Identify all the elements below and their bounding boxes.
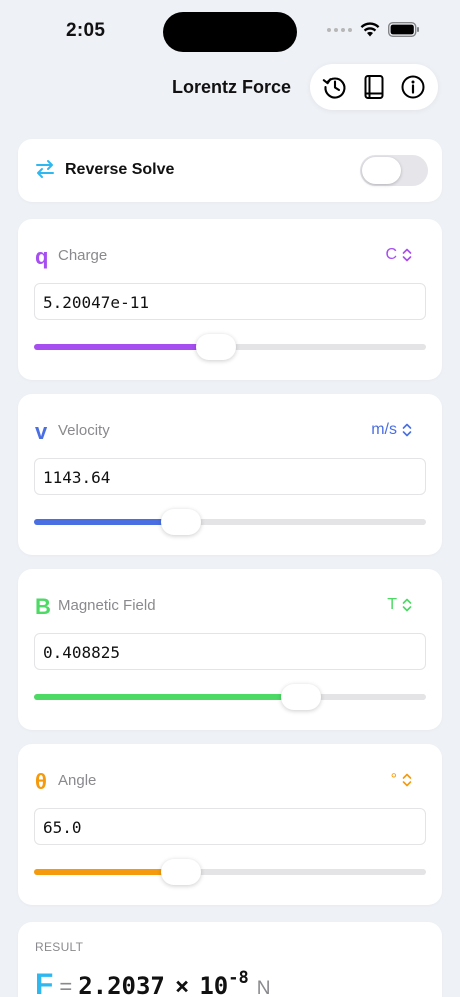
reverse-solve-toggle[interactable] bbox=[360, 155, 428, 186]
chevron-updown-icon bbox=[402, 423, 412, 437]
velocity-label: Velocity bbox=[58, 422, 110, 439]
magnetic-field-symbol: B bbox=[35, 594, 51, 619]
angle-card: θ Angle ° 65.0 bbox=[18, 744, 442, 905]
page-title: Lorentz Force bbox=[172, 77, 292, 97]
magnetic-field-label: Magnetic Field bbox=[58, 597, 156, 614]
charge-card: q Charge C 5.20047e-11 bbox=[18, 219, 442, 380]
result-equals: = bbox=[59, 974, 73, 997]
charge-unit-label: C bbox=[385, 246, 397, 263]
slider-thumb[interactable] bbox=[280, 684, 321, 710]
slider-thumb[interactable] bbox=[161, 859, 201, 885]
history-icon[interactable] bbox=[320, 72, 350, 102]
charge-symbol: q bbox=[35, 244, 49, 269]
book-icon[interactable] bbox=[359, 72, 389, 102]
velocity-card: v Velocity m/s 1143.64 bbox=[18, 394, 442, 555]
result-symbol: F bbox=[35, 968, 54, 997]
result-card: RESULT F = 2.2037 × 10 -8 N bbox=[18, 922, 442, 997]
angle-unit-picker[interactable]: ° bbox=[391, 771, 412, 789]
swap-arrows-icon bbox=[36, 160, 54, 178]
result-exponent: -8 bbox=[228, 968, 249, 988]
velocity-slider[interactable] bbox=[34, 509, 426, 535]
magnetic-field-input[interactable]: 0.408825 bbox=[34, 633, 426, 670]
angle-input[interactable]: 65.0 bbox=[34, 808, 426, 845]
chevron-updown-icon bbox=[402, 773, 412, 787]
velocity-symbol: v bbox=[35, 419, 48, 444]
chevron-updown-icon bbox=[402, 598, 412, 612]
velocity-unit-label: m/s bbox=[371, 421, 397, 438]
charge-label: Charge bbox=[58, 247, 108, 264]
wifi-icon bbox=[360, 22, 380, 37]
velocity-unit-picker[interactable]: m/s bbox=[371, 421, 412, 439]
dynamic-island bbox=[163, 12, 297, 52]
battery-icon bbox=[388, 22, 419, 37]
magnetic-field-slider[interactable] bbox=[34, 684, 426, 710]
status-icons bbox=[327, 22, 420, 37]
status-bar: 2:05 bbox=[0, 0, 460, 60]
angle-symbol: θ bbox=[35, 769, 47, 794]
slider-thumb[interactable] bbox=[196, 334, 237, 360]
result-expression: F = 2.2037 × 10 -8 N bbox=[35, 968, 270, 997]
angle-slider[interactable] bbox=[34, 859, 426, 885]
magnetic-field-unit-picker[interactable]: T bbox=[387, 596, 412, 614]
slider-fill bbox=[34, 869, 181, 875]
result-label: RESULT bbox=[35, 940, 84, 954]
reverse-solve-label: Reverse Solve bbox=[65, 161, 175, 178]
toggle-knob bbox=[362, 157, 401, 184]
charge-unit-picker[interactable]: C bbox=[385, 246, 412, 264]
result-base: 10 bbox=[199, 972, 229, 997]
charge-input[interactable]: 5.20047e-11 bbox=[34, 283, 426, 320]
nav-toolbar bbox=[310, 64, 438, 110]
slider-fill bbox=[34, 344, 217, 350]
magnetic-field-card: B Magnetic Field T 0.408825 bbox=[18, 569, 442, 730]
velocity-input[interactable]: 1143.64 bbox=[34, 458, 426, 495]
info-icon[interactable] bbox=[398, 72, 428, 102]
slider-thumb[interactable] bbox=[161, 509, 201, 535]
result-unit: N bbox=[256, 978, 271, 997]
magnetic-field-unit-label: T bbox=[387, 596, 397, 613]
result-mantissa: 2.2037 bbox=[78, 972, 165, 997]
result-times: × bbox=[174, 972, 190, 997]
angle-unit-label: ° bbox=[390, 771, 397, 788]
angle-label: Angle bbox=[58, 772, 97, 789]
reverse-solve-card: Reverse Solve bbox=[18, 139, 442, 202]
slider-fill bbox=[34, 519, 181, 525]
slider-fill bbox=[34, 694, 301, 700]
charge-slider[interactable] bbox=[34, 334, 426, 360]
status-time: 2:05 bbox=[66, 20, 106, 41]
chevron-updown-icon bbox=[402, 248, 412, 262]
cellular-signal-icon bbox=[327, 27, 352, 32]
